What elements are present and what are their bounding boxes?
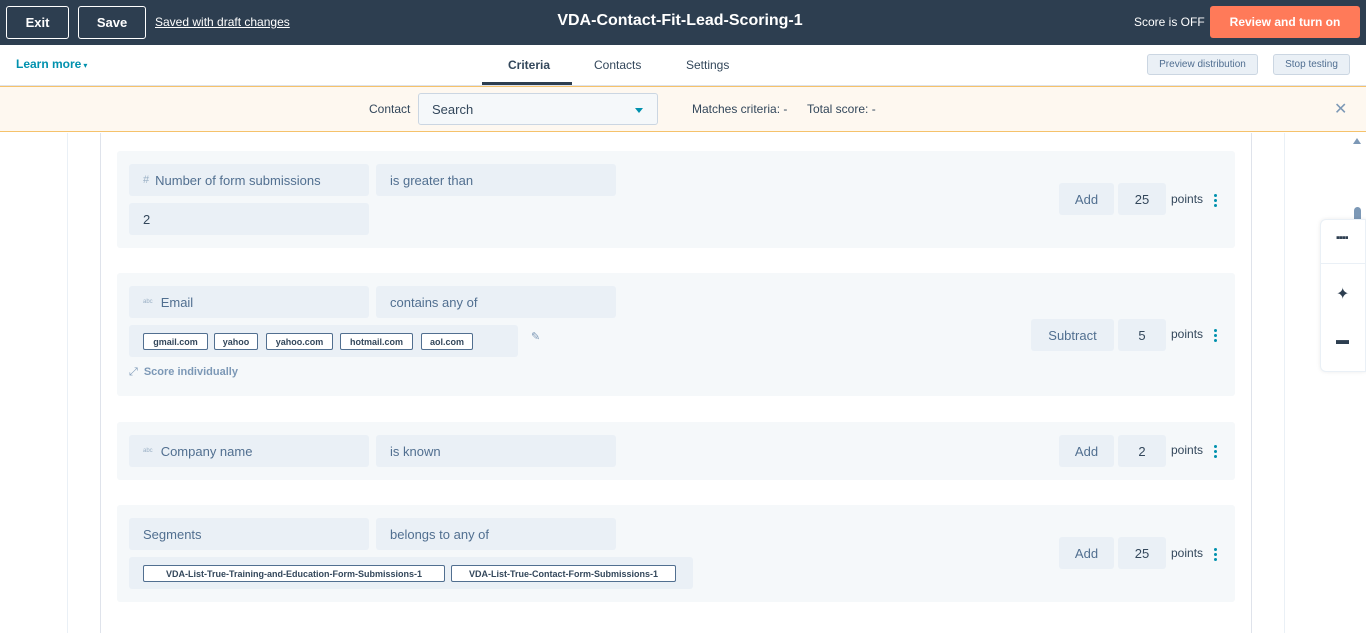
value-tag: aol.com [421,333,473,350]
active-tab-indicator [482,82,572,85]
learn-more-dropdown[interactable]: Learn more ▾ [16,57,87,71]
chat-icon[interactable]: ▬ [1336,332,1349,347]
stop-testing-button[interactable]: Stop testing [1273,54,1350,75]
operator-field[interactable]: is greater than [376,164,616,196]
add-action-button[interactable]: Add [1059,435,1114,467]
value-tag: yahoo [214,333,258,350]
tab-contacts[interactable]: Contacts [594,58,641,72]
pencil-icon[interactable]: ✎ [531,330,540,343]
operator-field[interactable]: belongs to any of [376,518,616,550]
dropdown-arrow-icon [635,108,643,113]
property-field[interactable]: Segments [129,518,369,550]
more-options-icon[interactable] [1214,329,1218,344]
left-gutter-line [67,133,68,633]
total-score: Total score: - [807,102,876,116]
page-title: VDA-Contact-Fit-Lead-Scoring-1 [557,12,803,29]
search-select-value: Search [432,102,474,117]
value-tag: gmail.com [143,333,208,350]
property-field[interactable]: abc Company name [129,435,369,467]
rail-divider [1321,263,1366,264]
caret-down-icon: ▾ [83,61,88,70]
text-property-icon: abc [143,448,153,454]
scroll-up-arrow[interactable] [1353,138,1361,144]
points-input[interactable]: 25 [1118,537,1166,569]
points-input[interactable]: 25 [1118,183,1166,215]
property-label: Company name [160,443,253,459]
add-action-button[interactable]: Add [1059,183,1114,215]
right-help-rail: ▪▪▪▪ ✦ ▬ [1320,219,1366,372]
more-options-icon[interactable] [1214,194,1218,209]
points-input[interactable]: 5 [1118,319,1166,351]
contact-search-select[interactable]: Search [418,93,658,125]
value-tags-field[interactable]: VDA-List-True-Training-and-Education-For… [129,557,693,589]
points-label: points [1171,546,1204,560]
sub-navigation: Learn more ▾ Criteria Contacts Settings P… [0,45,1366,86]
tab-settings[interactable]: Settings [686,58,729,72]
criteria-canvas: # Number of form submissions is greater … [0,133,1366,633]
saved-status-link[interactable]: Saved with draft changes [155,15,290,29]
add-action-button[interactable]: Add [1059,537,1114,569]
tab-criteria[interactable]: Criteria [508,58,550,72]
top-bar: Exit Save Saved with draft changes VDA-C… [0,0,1366,45]
operator-field[interactable]: contains any of [376,286,616,318]
number-icon: # [143,174,150,186]
value-tags-field[interactable]: gmail.com yahoo yahoo.com hotmail.com ao… [129,325,518,357]
contact-label: Contact [369,102,411,116]
property-label: Email [160,294,194,310]
sparkle-ai-icon[interactable]: ✦ [1336,284,1349,304]
points-label: points [1171,443,1204,457]
property-label: Number of form submissions [155,172,321,188]
property-field[interactable]: # Number of form submissions [129,164,369,196]
save-button[interactable]: Save [78,6,146,39]
review-and-turn-on-button[interactable]: Review and turn on [1210,6,1360,38]
matches-criteria: Matches criteria: - [692,102,788,116]
learn-more-label: Learn more [16,57,82,71]
expand-icon: ⤢ [129,366,138,378]
subtract-action-button[interactable]: Subtract [1031,319,1114,351]
keyboard-icon[interactable]: ▪▪▪▪ [1336,232,1349,244]
test-contact-bar: Contact Search Matches criteria: - Total… [0,86,1366,132]
preview-distribution-button[interactable]: Preview distribution [1147,54,1258,75]
operator-field[interactable]: is known [376,435,616,467]
right-gutter-line [1284,133,1285,633]
more-options-icon[interactable] [1214,548,1218,563]
score-individually-label: Score individually [143,366,238,378]
value-tag: hotmail.com [340,333,413,350]
score-individually-link[interactable]: ⤢ Score individually [129,366,238,379]
points-label: points [1171,192,1204,206]
points-label: points [1171,327,1204,341]
text-property-icon: abc [143,299,153,305]
property-field[interactable]: abc Email [129,286,369,318]
value-field[interactable]: 2 [129,203,369,235]
exit-button[interactable]: Exit [6,6,69,39]
close-icon[interactable]: ✕ [1334,99,1347,119]
value-tag: VDA-List-True-Training-and-Education-For… [143,565,445,582]
points-input[interactable]: 2 [1118,435,1166,467]
more-options-icon[interactable] [1214,445,1218,460]
value-tag: VDA-List-True-Contact-Form-Submissions-1 [451,565,676,582]
score-status: Score is OFF [1134,15,1205,29]
value-tag: yahoo.com [266,333,333,350]
